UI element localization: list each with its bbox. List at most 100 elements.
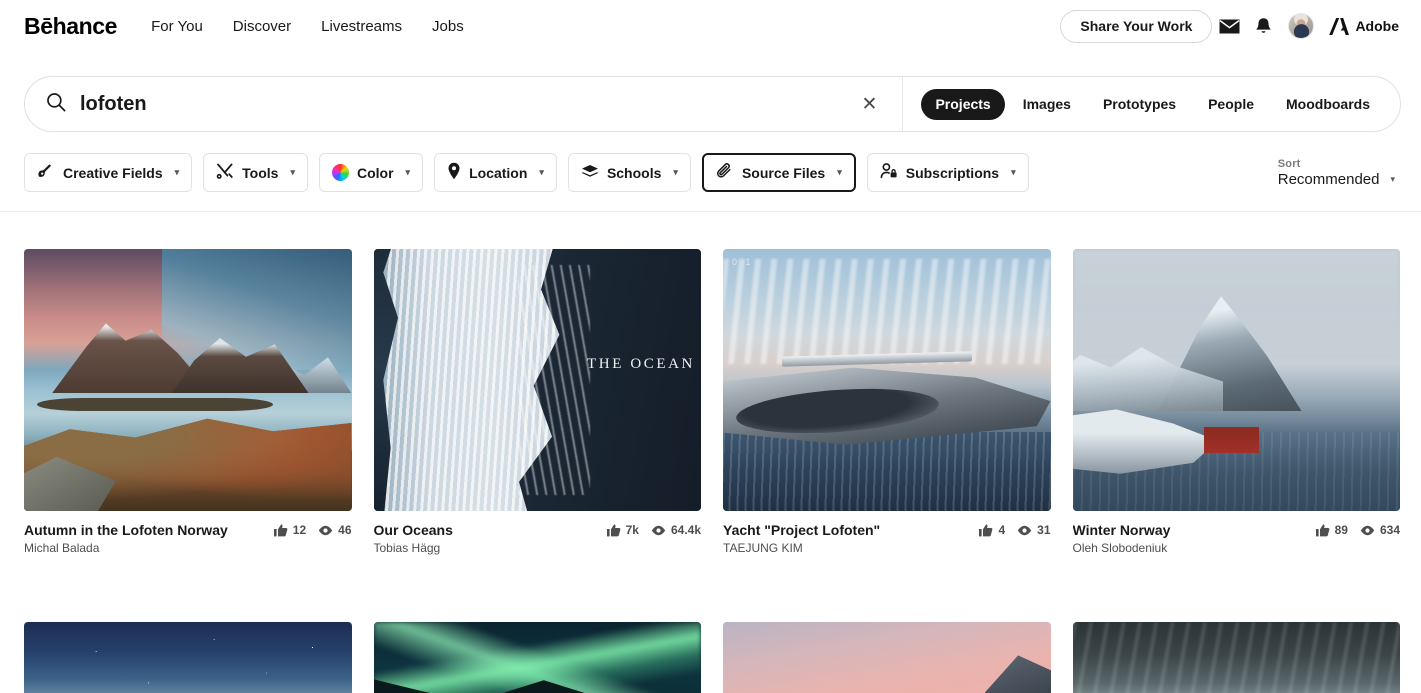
sort-control[interactable]: Sort Recommended ▾ [1278, 158, 1397, 188]
nav-right-cluster: Share Your Work Adobe [1060, 9, 1399, 43]
like-stat[interactable]: 4 [979, 523, 1005, 537]
location-pin-icon [447, 162, 461, 183]
filter-color[interactable]: Color ▾ [318, 153, 424, 192]
search-field-group [25, 77, 849, 131]
filter-location[interactable]: Location ▾ [434, 153, 557, 192]
chevron-down-icon: ▾ [1011, 167, 1016, 177]
filter-row: Creative Fields ▾ Tools ▾ Color ▾ Locati… [0, 132, 1421, 192]
thumbs-up-icon [273, 523, 288, 536]
like-stat[interactable]: 7k [606, 523, 639, 537]
tools-icon [216, 162, 234, 183]
filter-creative-fields[interactable]: Creative Fields ▾ [24, 153, 193, 192]
tab-projects[interactable]: Projects [921, 88, 1005, 120]
project-title[interactable]: Yacht "Project Lofoten" [723, 522, 969, 539]
project-card: Winter Norway Oleh Slobodeniuk 89 634 [1072, 249, 1401, 556]
filter-creative-fields-label: Creative Fields [63, 164, 163, 181]
project-card [24, 622, 352, 693]
project-thumbnail[interactable] [723, 622, 1051, 693]
search-bar: ✕ Projects Images Prototypes People Mood… [24, 76, 1401, 132]
thumbnail-artwork [1072, 249, 1400, 511]
project-thumbnail[interactable] [373, 622, 701, 693]
eye-icon [319, 525, 333, 535]
tab-moodboards[interactable]: Moodboards [1272, 89, 1384, 120]
view-stat[interactable]: 46 [318, 523, 352, 537]
chevron-down-icon: ▾ [837, 167, 842, 177]
project-meta: Our Oceans Tobias Hägg 7k 64.4k [374, 522, 702, 556]
project-text: Yacht "Project Lofoten" TAEJUNG KIM [723, 522, 969, 556]
nav-link-discover[interactable]: Discover [233, 18, 291, 35]
nav-link-livestreams[interactable]: Livestreams [321, 18, 402, 35]
envelope-icon[interactable] [1212, 9, 1246, 43]
adobe-label: Adobe [1355, 18, 1399, 34]
filter-subscriptions[interactable]: Subscriptions ▾ [866, 153, 1029, 192]
filter-tools-label: Tools [242, 164, 279, 181]
tab-images[interactable]: Images [1009, 89, 1085, 120]
project-card: THE OCEAN Our Oceans Tobias Hägg 7k 64.4… [373, 249, 702, 556]
like-stat[interactable]: 89 [1315, 523, 1348, 537]
project-card [1072, 622, 1400, 693]
search-input[interactable] [80, 77, 849, 131]
thumbnail-artwork [373, 622, 701, 693]
project-thumbnail[interactable] [1072, 622, 1400, 693]
primary-nav: For You Discover Livestreams Jobs [151, 18, 464, 35]
filter-location-label: Location [469, 164, 528, 181]
project-card [373, 622, 701, 693]
project-text: Autumn in the Lofoten Norway Michal Bala… [24, 522, 264, 556]
chevron-down-icon: ▾ [1390, 173, 1395, 184]
project-title[interactable]: Winter Norway [1073, 522, 1306, 539]
project-title[interactable]: Our Oceans [374, 522, 597, 539]
sort-value: Recommended [1277, 170, 1380, 188]
top-navigation-bar: Bēhance For You Discover Livestreams Job… [0, 0, 1421, 52]
project-thumbnail[interactable] [24, 622, 352, 693]
eye-icon [1018, 525, 1032, 535]
project-thumbnail[interactable]: THE OCEAN [373, 249, 701, 511]
project-owner[interactable]: Michal Balada [24, 540, 264, 556]
creative-fields-icon [37, 162, 55, 183]
sort-value-row: Recommended ▾ [1278, 171, 1395, 188]
thumbnail-overlay-text: THE OCEAN [587, 356, 695, 373]
project-owner[interactable]: TAEJUNG KIM [723, 540, 969, 556]
project-stats: 7k 64.4k [606, 522, 701, 537]
view-count: 64.4k [670, 523, 701, 537]
filter-tools[interactable]: Tools ▾ [203, 153, 308, 192]
project-thumbnail[interactable]: 0 1 [723, 249, 1051, 511]
clear-search-icon[interactable]: ✕ [848, 77, 890, 131]
project-title[interactable]: Autumn in the Lofoten Norway [24, 522, 264, 539]
project-owner[interactable]: Oleh Slobodeniuk [1073, 540, 1306, 556]
share-your-work-button[interactable]: Share Your Work [1060, 9, 1213, 43]
view-count: 46 [338, 523, 352, 537]
avatar[interactable] [1288, 13, 1315, 39]
sort-label: Sort [1277, 157, 1301, 170]
like-stat[interactable]: 12 [273, 523, 306, 537]
tab-people[interactable]: People [1194, 89, 1268, 120]
eye-icon [1360, 525, 1375, 535]
bell-icon[interactable] [1246, 9, 1280, 43]
search-row: ✕ Projects Images Prototypes People Mood… [0, 52, 1421, 132]
results-grid-row-2 [0, 585, 1421, 693]
project-owner[interactable]: Tobias Hägg [374, 540, 597, 556]
behance-logo[interactable]: Bēhance [24, 13, 117, 40]
adobe-link[interactable]: Adobe [1328, 17, 1399, 36]
view-stat[interactable]: 634 [1360, 523, 1400, 537]
nav-link-for-you[interactable]: For You [151, 18, 203, 35]
chevron-down-icon: ▾ [673, 167, 678, 177]
tab-prototypes[interactable]: Prototypes [1089, 89, 1190, 120]
nav-link-jobs[interactable]: Jobs [432, 18, 464, 35]
filter-schools[interactable]: Schools ▾ [567, 153, 691, 192]
view-stat[interactable]: 64.4k [651, 523, 701, 537]
chevron-down-icon: ▾ [174, 167, 180, 177]
project-meta: Winter Norway Oleh Slobodeniuk 89 634 [1073, 522, 1401, 556]
eye-icon [651, 525, 666, 535]
view-stat[interactable]: 31 [1017, 523, 1051, 537]
thumbs-up-icon [1315, 523, 1329, 536]
project-text: Winter Norway Oleh Slobodeniuk [1073, 522, 1306, 556]
filter-source-files[interactable]: Source Files ▾ [701, 153, 856, 192]
project-thumbnail[interactable] [1072, 249, 1400, 511]
chevron-down-icon: ▾ [539, 167, 544, 177]
like-count: 4 [998, 523, 1006, 537]
search-icon [46, 92, 66, 117]
project-thumbnail[interactable] [24, 249, 352, 511]
thumbnail-artwork [723, 622, 1051, 693]
project-stats: 89 634 [1315, 522, 1400, 537]
thumbnail-artwork [24, 622, 352, 693]
